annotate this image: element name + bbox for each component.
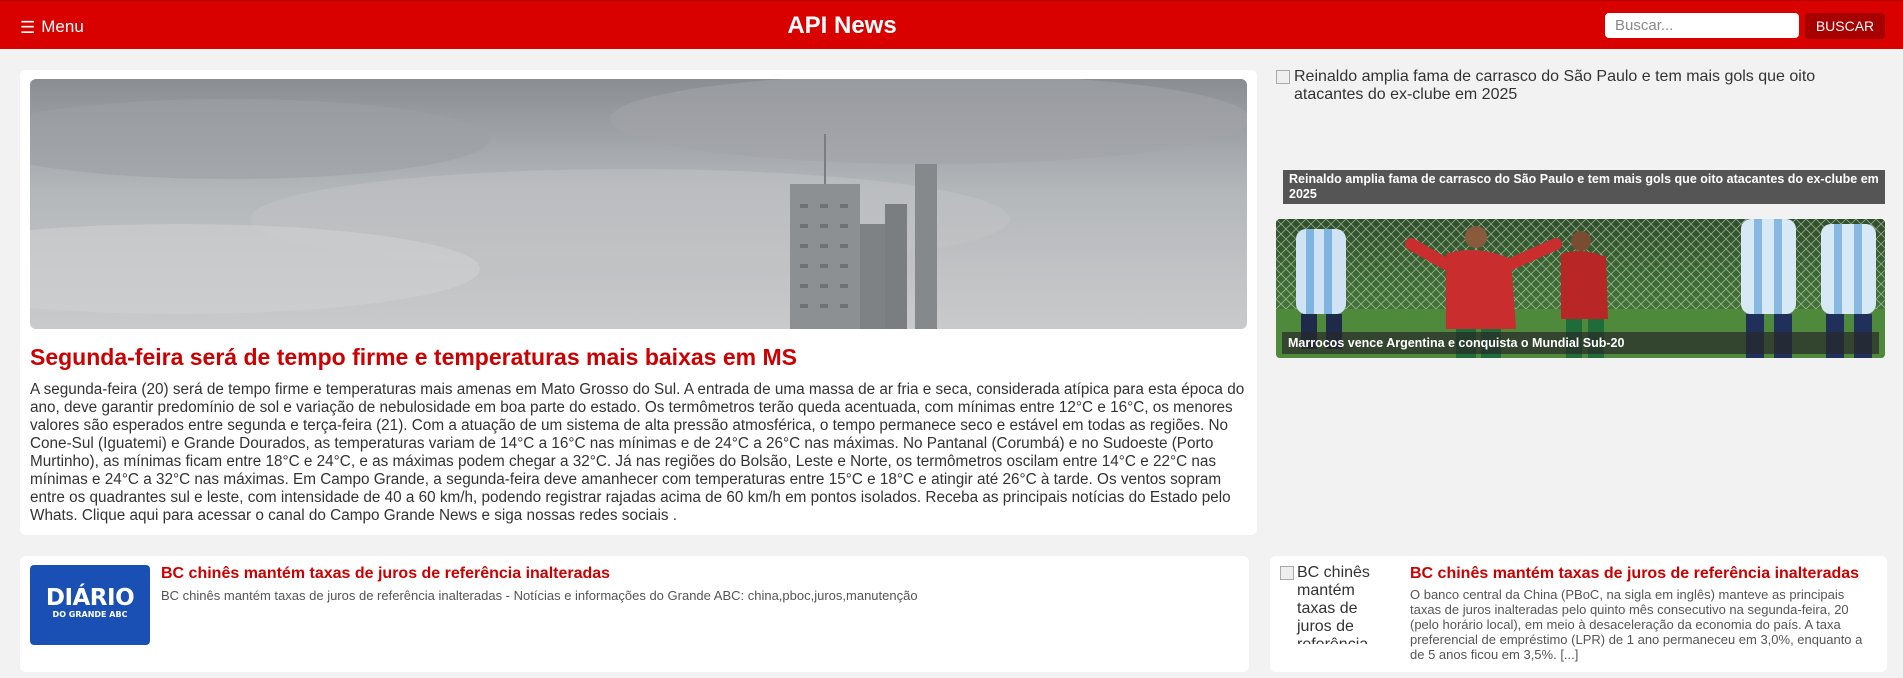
tile-caption: Marrocos vence Argentina e conquista o M… bbox=[1282, 332, 1879, 354]
image-caption[interactable]: Reinaldo amplia fama de carrasco do São … bbox=[1283, 170, 1885, 204]
diario-grande-abc-logo: DIÁRIO DO GRANDE ABC bbox=[30, 565, 150, 645]
card-description: O banco central da China (PBoC, na sigla… bbox=[1410, 587, 1863, 662]
card-description: BC chinês mantém taxas de juros de refer… bbox=[161, 588, 918, 603]
broken-image-alt-text: BC chinês mantém taxas de juros de refer… bbox=[1280, 564, 1390, 644]
featured-image[interactable] bbox=[30, 79, 1247, 329]
featured-article: Segunda-feira será de tempo firme e temp… bbox=[20, 70, 1257, 535]
featured-summary: A segunda-feira (20) será de tempo firme… bbox=[30, 381, 1245, 524]
card-title[interactable]: BC chinês mantém taxas de juros de refer… bbox=[161, 565, 610, 583]
search-input[interactable] bbox=[1605, 13, 1799, 38]
news-tile[interactable]: Marrocos vence Argentina e conquista o M… bbox=[1276, 219, 1885, 358]
broken-image-alt-text[interactable]: Reinaldo amplia fama de carrasco do São … bbox=[1276, 68, 1866, 104]
search-button[interactable]: BUSCAR bbox=[1805, 13, 1885, 39]
broken-image-alt-label: BC chinês mantém taxas de juros de refer… bbox=[1297, 564, 1370, 644]
news-card[interactable]: DIÁRIO DO GRANDE ABC BC chinês mantém ta… bbox=[20, 556, 1249, 672]
broken-image-alt-label: Reinaldo amplia fama de carrasco do São … bbox=[1294, 68, 1816, 103]
card-title[interactable]: BC chinês mantém taxas de juros de refer… bbox=[1410, 565, 1859, 583]
broken-image-icon bbox=[1276, 70, 1290, 84]
news-card[interactable]: BC chinês mantém taxas de juros de refer… bbox=[1270, 556, 1887, 672]
logo-main-text: DIÁRIO bbox=[45, 585, 135, 611]
top-navbar: ☰ Menu API News BUSCAR bbox=[0, 0, 1903, 49]
broken-image-icon bbox=[1280, 566, 1294, 580]
featured-headline[interactable]: Segunda-feira será de tempo firme e temp… bbox=[30, 344, 1247, 371]
site-title[interactable]: API News bbox=[0, 12, 1684, 40]
city-sky-image bbox=[30, 79, 1247, 329]
logo-sub-text: DO GRANDE ABC bbox=[52, 610, 128, 619]
